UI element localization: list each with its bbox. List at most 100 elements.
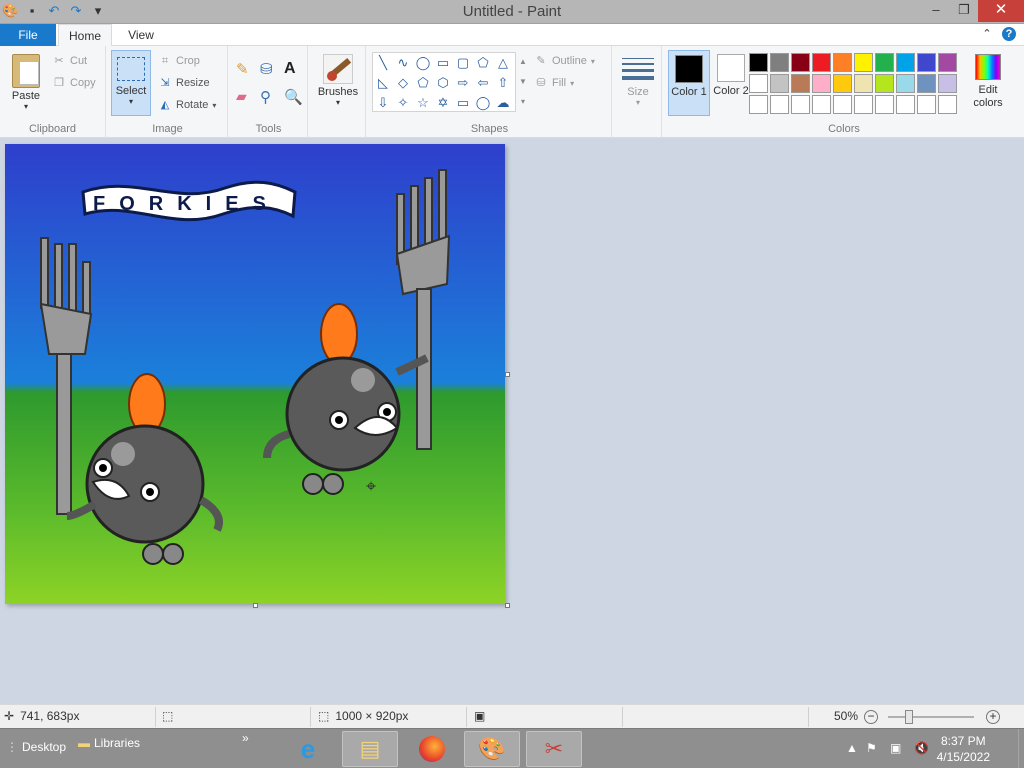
paint-taskbar-button[interactable]: 🎨 <box>464 731 520 767</box>
cut-button[interactable]: ✂ Cut <box>52 54 87 68</box>
four-point-star-shape-icon[interactable]: ✧ <box>393 93 413 113</box>
palette-swatch[interactable] <box>875 74 894 93</box>
brushes-button[interactable]: Brushes ▾ <box>314 48 362 107</box>
shapes-gallery[interactable]: ╲ ∿ ◯ ▭ ▢ ⬠ △ ◺ ◇ ⬠ ⬡ ⇨ ⇦ ⇧ ⇩ ✧ ☆ ✡ ▭ ◯ … <box>372 52 516 112</box>
flag-icon[interactable]: ⚑ <box>866 741 877 755</box>
paste-button[interactable]: Paste ▾ <box>4 48 48 111</box>
palette-swatch[interactable] <box>938 53 957 72</box>
hexagon-shape-icon[interactable]: ⬡ <box>433 73 453 93</box>
oval-shape-icon[interactable]: ◯ <box>413 53 433 73</box>
internet-explorer-button[interactable]: e <box>280 731 336 767</box>
fill-button[interactable]: ⛁ Fill ▾ <box>534 76 574 90</box>
text-tool-icon[interactable]: A <box>284 60 296 78</box>
palette-swatch[interactable] <box>896 53 915 72</box>
palette-swatch[interactable] <box>833 74 852 93</box>
right-arrow-shape-icon[interactable]: ⇨ <box>453 73 473 93</box>
pentagon-shape-icon[interactable]: ⬠ <box>413 73 433 93</box>
canvas-workspace[interactable]: FORKIES ⌖ <box>0 139 1024 704</box>
resize-handle-right[interactable] <box>505 372 510 377</box>
pencil-icon[interactable]: ✎ <box>236 60 249 78</box>
resize-handle-bottom[interactable] <box>253 603 258 608</box>
show-hidden-icons-icon[interactable]: ▲ <box>846 741 858 755</box>
eraser-icon[interactable]: ▰ <box>236 88 247 105</box>
toolbar-overflow-icon[interactable]: » <box>242 731 249 745</box>
color2-button[interactable]: Color 2 <box>710 50 752 116</box>
palette-swatch[interactable] <box>854 53 873 72</box>
zoom-slider-track[interactable] <box>888 716 974 718</box>
rectangle-shape-icon[interactable]: ▭ <box>433 53 453 73</box>
palette-swatch[interactable] <box>770 95 789 114</box>
zoom-in-icon[interactable]: + <box>986 710 1000 724</box>
outline-button[interactable]: ✎ Outline ▾ <box>534 54 594 68</box>
fill-bucket-icon[interactable]: ⛁ <box>260 60 273 78</box>
file-explorer-button[interactable]: ▤ <box>342 731 398 767</box>
select-button[interactable]: Select ▾ <box>111 50 151 116</box>
palette-swatch[interactable] <box>770 53 789 72</box>
rotate-button[interactable]: ◭ Rotate ▾ <box>158 98 217 112</box>
libraries-toolbar[interactable]: ▬ Libraries <box>78 736 140 750</box>
right-triangle-shape-icon[interactable]: ◺ <box>373 73 393 93</box>
palette-swatch[interactable] <box>854 95 873 114</box>
palette-swatch[interactable] <box>875 53 894 72</box>
clock[interactable]: 8:37 PM 4/15/2022 <box>937 733 990 765</box>
line-shape-icon[interactable]: ╲ <box>373 53 393 73</box>
down-arrow-shape-icon[interactable]: ⇩ <box>373 93 393 113</box>
palette-swatch[interactable] <box>791 53 810 72</box>
drawing-canvas[interactable]: FORKIES <box>5 144 505 604</box>
six-point-star-shape-icon[interactable]: ✡ <box>433 93 453 113</box>
palette-swatch[interactable] <box>917 95 936 114</box>
up-arrow-shape-icon[interactable]: ⇧ <box>493 73 513 93</box>
show-desktop-button[interactable] <box>1018 729 1024 768</box>
maximize-button[interactable]: ❐ <box>950 0 978 22</box>
left-arrow-shape-icon[interactable]: ⇦ <box>473 73 493 93</box>
curve-shape-icon[interactable]: ∿ <box>393 53 413 73</box>
palette-swatch[interactable] <box>791 95 810 114</box>
palette-swatch[interactable] <box>896 95 915 114</box>
rect-callout-shape-icon[interactable]: ▭ <box>453 93 473 113</box>
resize-handle-corner[interactable] <box>505 603 510 608</box>
tab-view[interactable]: View <box>114 24 168 46</box>
palette-swatch[interactable] <box>896 74 915 93</box>
minimize-button[interactable]: – <box>922 0 950 22</box>
magnifier-icon[interactable]: 🔍 <box>284 88 303 106</box>
palette-swatch[interactable] <box>812 53 831 72</box>
palette-swatch[interactable] <box>749 95 768 114</box>
color1-button[interactable]: Color 1 <box>668 50 710 116</box>
tab-file[interactable]: File <box>0 24 56 46</box>
shapes-scroll[interactable]: ▲ ▼ ▾ <box>517 52 529 112</box>
zoom-slider-thumb[interactable] <box>905 710 913 724</box>
snipping-tool-button[interactable]: ✂ <box>526 731 582 767</box>
crop-button[interactable]: ⌗ Crop <box>158 54 200 68</box>
oval-callout-shape-icon[interactable]: ◯ <box>473 93 493 113</box>
palette-swatch[interactable] <box>938 95 957 114</box>
palette-swatch[interactable] <box>812 95 831 114</box>
palette-swatch[interactable] <box>875 95 894 114</box>
palette-swatch[interactable] <box>917 53 936 72</box>
volume-muted-icon[interactable]: 🔇 <box>914 741 929 755</box>
firefox-button[interactable] <box>404 731 460 767</box>
zoom-out-icon[interactable]: − <box>864 710 878 724</box>
color-picker-icon[interactable]: ⚲ <box>260 88 271 106</box>
cloud-callout-shape-icon[interactable]: ☁ <box>493 93 513 113</box>
palette-swatch[interactable] <box>791 74 810 93</box>
resize-button[interactable]: ⇲ Resize <box>158 76 209 90</box>
palette-swatch[interactable] <box>770 74 789 93</box>
palette-swatch[interactable] <box>749 74 768 93</box>
desktop-toolbar[interactable]: ⋮ Desktop <box>6 740 66 754</box>
palette-swatch[interactable] <box>833 53 852 72</box>
edit-colors-button[interactable]: Edit colors <box>968 52 1008 110</box>
diamond-shape-icon[interactable]: ◇ <box>393 73 413 93</box>
palette-swatch[interactable] <box>938 74 957 93</box>
five-point-star-shape-icon[interactable]: ☆ <box>413 93 433 113</box>
help-icon[interactable]: ? <box>1002 27 1016 41</box>
palette-swatch[interactable] <box>854 74 873 93</box>
close-button[interactable]: ✕ <box>978 0 1024 22</box>
triangle-shape-icon[interactable]: △ <box>493 53 513 73</box>
network-icon[interactable]: ▣ <box>890 741 901 755</box>
copy-button[interactable]: ❐ Copy <box>52 76 96 90</box>
tab-home[interactable]: Home <box>58 24 112 47</box>
palette-swatch[interactable] <box>749 53 768 72</box>
palette-swatch[interactable] <box>833 95 852 114</box>
rounded-rectangle-shape-icon[interactable]: ▢ <box>453 53 473 73</box>
collapse-ribbon-icon[interactable]: ⌃ <box>980 27 994 41</box>
